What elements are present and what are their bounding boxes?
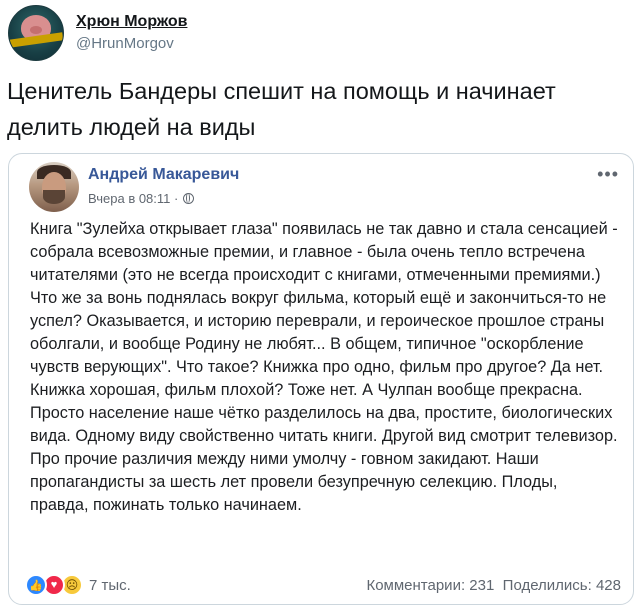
tweet-text: Ценитель Бандеры спешит на помощь и начи… <box>7 78 556 140</box>
author-names: Хрюн Моржов @HrunMorgov <box>76 12 187 54</box>
author-name[interactable]: Хрюн Моржов <box>76 12 187 32</box>
author-avatar[interactable] <box>8 5 64 61</box>
embedded-facebook-post[interactable]: Андрей Макаревич Вчера в 08:11 · ••• Кни… <box>8 153 634 605</box>
fb-post-body: Книга "Зулейха открывает глаза" появилас… <box>30 220 618 514</box>
fb-post-footer: 👍 ♥ ☹ 7 тыс. Комментарии: 231 Поделились… <box>25 572 621 598</box>
fb-timestamp-row: Вчера в 08:11 · <box>88 191 195 206</box>
fb-stats: Комментарии: 231 Поделились: 428 <box>366 577 621 594</box>
comments-count[interactable]: Комментарии: 231 <box>366 577 494 594</box>
fb-author-name[interactable]: Андрей Макаревич <box>88 166 239 184</box>
fb-timestamp[interactable]: Вчера в 08:11 · <box>88 191 178 206</box>
more-options-icon[interactable]: ••• <box>597 164 619 185</box>
reactions[interactable]: 👍 ♥ ☹ 7 тыс. <box>25 574 131 596</box>
fb-author-avatar[interactable] <box>29 162 79 212</box>
avatar-beard <box>43 190 65 204</box>
tweet-header: Хрюн Моржов @HrunMorgov <box>8 4 187 62</box>
reactions-count[interactable]: 7 тыс. <box>89 577 131 594</box>
shares-count[interactable]: Поделились: 428 <box>503 577 621 594</box>
author-handle[interactable]: @HrunMorgov <box>76 34 187 54</box>
globe-icon <box>183 193 195 204</box>
like-icon: 👍 <box>25 574 47 596</box>
